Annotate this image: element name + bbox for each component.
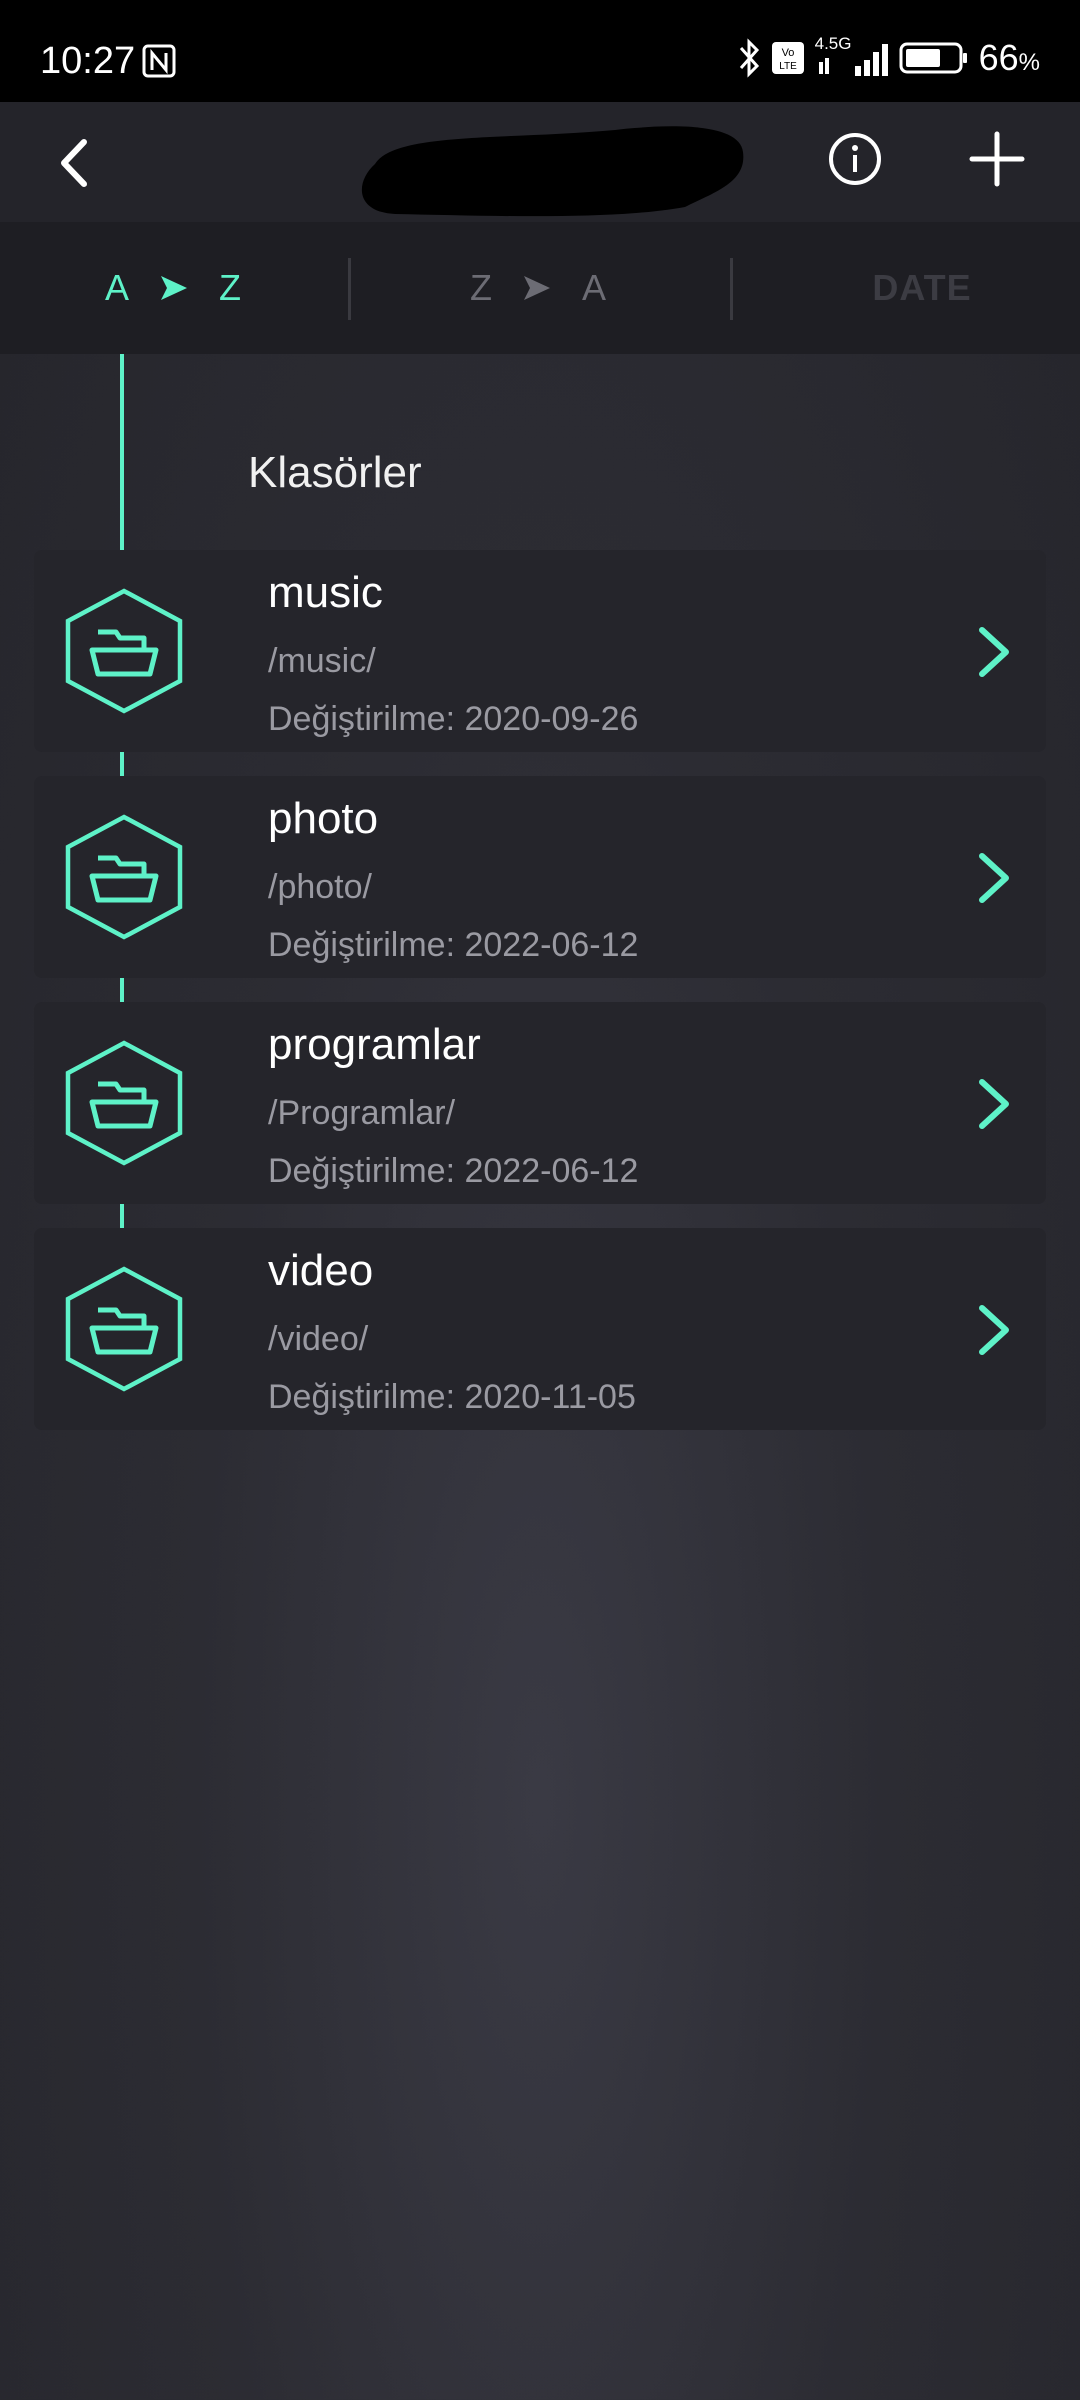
chevron-right-icon: [979, 627, 1009, 677]
folder-name: music: [268, 568, 383, 617]
folder-icon: [65, 1040, 183, 1166]
sort-za-to: A: [581, 267, 606, 308]
folder-path: /photo/: [268, 868, 372, 906]
app-bar: [0, 102, 1080, 222]
folder-icon: [65, 1266, 183, 1392]
folder-modified-date: Değiştirilme: 2022-06-12: [268, 926, 639, 964]
folder-modified-date: Değiştirilme: 2020-09-26: [268, 700, 639, 738]
bluetooth-icon: [739, 38, 759, 78]
status-bar: 10:27 Vo LTE 4.5G 66%: [0, 0, 1080, 102]
folder-name: photo: [268, 794, 379, 843]
section-title: Klasörler: [248, 448, 422, 497]
battery-percent-unit: %: [1018, 49, 1040, 76]
battery-percent-value: 66: [978, 37, 1019, 78]
svg-text:Vo: Vo: [781, 47, 794, 59]
sort-date-label: DATE: [872, 267, 972, 308]
signal-indicator: 4.5G: [815, 34, 889, 78]
divider: [348, 258, 351, 320]
status-time: 10:27: [40, 40, 136, 82]
svg-text:LTE: LTE: [779, 61, 797, 72]
divider: [730, 258, 733, 320]
folder-name: programlar: [268, 1020, 481, 1069]
sort-tab-date[interactable]: DATE: [752, 222, 1080, 354]
battery-icon: [899, 42, 967, 74]
sort-tab-a-to-z[interactable]: A Z: [0, 222, 346, 354]
signal-icon: [818, 44, 888, 76]
redacted-title: [361, 126, 744, 217]
folder-item-video[interactable]: video /video/ Değiştirilme: 2020-11-05: [34, 1228, 1046, 1430]
plus-icon[interactable]: [966, 128, 1028, 190]
folder-path: /music/: [268, 642, 376, 680]
sort-tab-z-to-a[interactable]: Z A: [365, 222, 711, 354]
folder-name: video: [268, 1246, 374, 1295]
folder-path: /video/: [268, 1320, 369, 1358]
folder-icon: [65, 588, 183, 714]
folder-path: /Programlar/: [268, 1094, 456, 1132]
sort-za-from: Z: [469, 267, 492, 308]
folder-item-music[interactable]: music /music/ Değiştirilme: 2020-09-26: [34, 550, 1046, 752]
sort-az-from: A: [104, 267, 129, 308]
folder-item-programlar[interactable]: programlar /Programlar/ Değiştirilme: 20…: [34, 1002, 1046, 1204]
sort-bar: A Z Z A DATE: [0, 222, 1080, 354]
chevron-right-icon: [979, 1305, 1009, 1355]
chevron-right-icon: [979, 853, 1009, 903]
folder-icon: [65, 814, 183, 940]
folder-item-photo[interactable]: photo /photo/ Değiştirilme: 2022-06-12: [34, 776, 1046, 978]
arrow-right-icon: [161, 276, 187, 300]
folder-modified-date: Değiştirilme: 2022-06-12: [268, 1152, 639, 1190]
status-icons: Vo LTE 4.5G 66%: [737, 34, 1040, 79]
folder-modified-date: Değiştirilme: 2020-11-05: [268, 1378, 636, 1416]
back-arrow-icon[interactable]: [44, 128, 114, 198]
chevron-right-icon: [979, 1079, 1009, 1129]
arrow-right-icon: [523, 276, 550, 300]
battery-percent: 66%: [979, 37, 1040, 79]
volte-icon: Vo LTE: [771, 42, 804, 74]
nfc-icon: [142, 44, 176, 78]
info-icon[interactable]: [824, 128, 886, 190]
sort-az-to: Z: [219, 267, 241, 308]
